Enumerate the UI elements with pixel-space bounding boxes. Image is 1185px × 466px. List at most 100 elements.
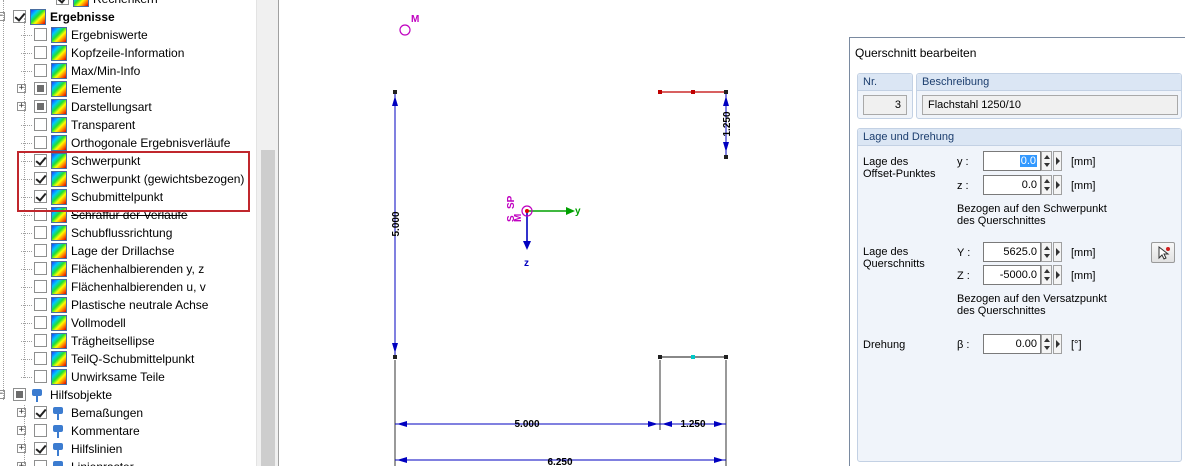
tree-item[interactable]: + Kommentare <box>0 422 256 440</box>
tree-item-label: Transparent <box>71 118 136 132</box>
tree-item[interactable]: Kopfzeile-Information <box>0 44 256 62</box>
tree-checkbox[interactable] <box>34 442 47 455</box>
tree-item-label: TeilQ-Schubmittelpunkt <box>71 352 195 366</box>
pin-icon <box>51 423 67 439</box>
tree-item[interactable]: Unwirksame Teile <box>0 368 256 386</box>
tree-item[interactable]: Ergebniswerte <box>0 26 256 44</box>
beta-arrow-button[interactable] <box>1053 334 1062 354</box>
plate-top-node-2 <box>691 90 695 94</box>
contour-icon <box>51 225 67 241</box>
contour-icon <box>51 45 67 61</box>
plate-bottom-node-3 <box>724 355 728 359</box>
tree-item[interactable]: Transparent <box>0 116 256 134</box>
tree-checkbox[interactable] <box>34 244 47 257</box>
contour-icon <box>51 351 67 367</box>
tree-item-label: Schubflussrichtung <box>71 226 173 240</box>
tree-checkbox[interactable] <box>34 316 47 329</box>
tree-connector <box>21 71 32 72</box>
tree-checkbox[interactable] <box>34 334 47 347</box>
tree-checkbox[interactable] <box>34 460 47 466</box>
tree-item[interactable]: + Bemaßungen <box>0 404 256 422</box>
dim-bottom-right-label: 1.250 <box>680 419 705 430</box>
tree-item-label: Hilfslinien <box>71 442 123 456</box>
Y-position-input[interactable]: 5625.0 <box>983 242 1041 262</box>
tree-connector <box>21 251 32 252</box>
Z-position-input[interactable]: -5000.0 <box>983 265 1041 285</box>
pick-point-button[interactable] <box>1151 242 1175 263</box>
nr-header: Nr. <box>863 76 878 88</box>
tree-checkbox[interactable] <box>34 352 47 365</box>
tree-connector <box>21 125 32 126</box>
tree-connector <box>21 233 32 234</box>
tree-checkbox[interactable] <box>34 118 47 131</box>
tree-connector <box>21 287 32 288</box>
y-offset-arrow-button[interactable] <box>1053 151 1062 171</box>
tree-item[interactable]: Plastische neutrale Achse <box>0 296 256 314</box>
axis-y-arrow <box>566 207 575 215</box>
contour-icon <box>51 99 67 115</box>
scrollbar-thumb[interactable] <box>261 150 275 466</box>
tree-checkbox[interactable] <box>34 262 47 275</box>
tree-checkbox[interactable] <box>34 370 47 383</box>
tree-item[interactable]: Trägheitsellipse <box>0 332 256 350</box>
z-offset-updown[interactable] <box>1041 175 1052 195</box>
tree-item[interactable]: + Darstellungsart <box>0 98 256 116</box>
tree-checkbox[interactable] <box>34 406 47 419</box>
tree-checkbox[interactable] <box>34 64 47 77</box>
contour-icon <box>51 63 67 79</box>
tree-item-label: Elemente <box>71 82 122 96</box>
tree-item-label: Vollmodell <box>71 316 126 330</box>
tree-item[interactable]: Rechenkern <box>0 0 256 8</box>
contour-icon <box>51 81 67 97</box>
tree-checkbox[interactable] <box>34 226 47 239</box>
tree-item[interactable]: Flächenhalbierenden u, v <box>0 278 256 296</box>
dialog-titlebar[interactable]: Querschnitt bearbeiten <box>850 38 1185 66</box>
z-label: z : <box>957 180 969 192</box>
nr-group: Nr. 3 <box>857 73 913 119</box>
tree-checkbox[interactable] <box>34 82 47 95</box>
tree-item[interactable]: + Elemente <box>0 80 256 98</box>
tree-item[interactable]: + Hilfslinien <box>0 440 256 458</box>
dim-bottom-left-arrow-l <box>397 421 407 427</box>
Z-position-arrow-button[interactable] <box>1053 265 1062 285</box>
contour-icon <box>51 135 67 151</box>
tree-checkbox[interactable] <box>34 46 47 59</box>
tree-checkbox[interactable] <box>34 280 47 293</box>
tree-item[interactable]: Vollmodell <box>0 314 256 332</box>
beta-input[interactable]: 0.00 <box>983 334 1041 354</box>
tree-checkbox[interactable] <box>56 0 69 5</box>
tree-item-label: Ergebniswerte <box>71 28 148 42</box>
Y-position-updown[interactable] <box>1041 242 1052 262</box>
tree-item[interactable]: TeilQ-Schubmittelpunkt <box>0 350 256 368</box>
tree-checkbox[interactable] <box>34 100 47 113</box>
beta-updown[interactable] <box>1041 334 1052 354</box>
y-offset-input[interactable]: 0.0 <box>983 151 1041 171</box>
dim-left-label: 5.000 <box>391 211 402 236</box>
z-offset-arrow-button[interactable] <box>1053 175 1062 195</box>
dim-bottom-right-arrow-r <box>714 421 724 427</box>
tree-connector <box>21 53 32 54</box>
tree-item[interactable]: − Hilfsobjekte <box>0 386 256 404</box>
tree-item[interactable]: Flächenhalbierenden y, z <box>0 260 256 278</box>
y-offset-updown[interactable] <box>1041 151 1052 171</box>
Y-position-arrow-button[interactable] <box>1053 242 1062 262</box>
tree-checkbox[interactable] <box>34 28 47 41</box>
tree-item[interactable]: Schubflussrichtung <box>0 224 256 242</box>
dim-bottom-right-arrow-l <box>662 421 672 427</box>
contour-icon <box>51 243 67 259</box>
tree-checkbox[interactable] <box>34 424 47 437</box>
centroid-marker-inner <box>525 209 529 213</box>
tree-checkbox[interactable] <box>13 388 26 401</box>
tree-checkbox[interactable] <box>34 136 47 149</box>
z-offset-input[interactable]: 0.0 <box>983 175 1041 195</box>
tree-item[interactable]: +Linienraster <box>0 458 256 466</box>
Z-position-updown[interactable] <box>1041 265 1052 285</box>
tree-item[interactable]: Max/Min-Info <box>0 62 256 80</box>
tree-item[interactable]: Lage der Drillachse <box>0 242 256 260</box>
tree-item[interactable]: Orthogonale Ergebnisverläufe <box>0 134 256 152</box>
cross-section-drawing[interactable]: M 5.000 1.250 y z SP S M 5.000 1.250 6.2… <box>279 0 849 466</box>
tree-scrollbar[interactable] <box>256 0 278 466</box>
tree-item[interactable]: − Ergebnisse <box>0 8 256 26</box>
tree-checkbox[interactable] <box>34 298 47 311</box>
Y-unit: [mm] <box>1071 247 1096 259</box>
